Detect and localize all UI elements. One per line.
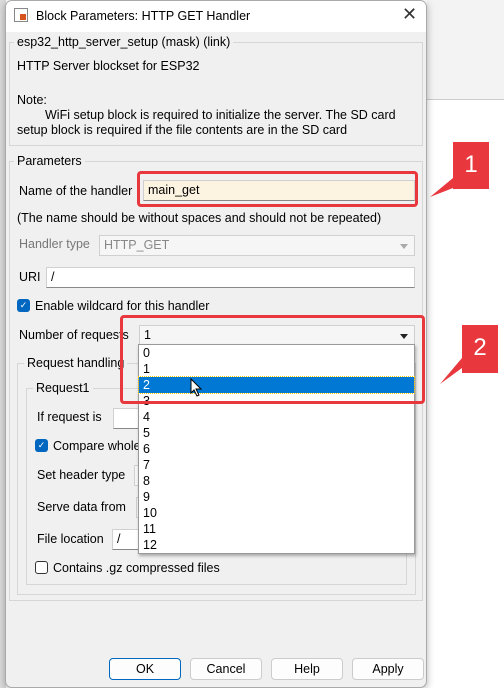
note-label: Note:: [17, 93, 47, 107]
parameters-legend: Parameters: [14, 154, 85, 168]
wildcard-label: Enable wildcard for this handler: [35, 299, 210, 313]
handler-name-hint: (The name should be without spaces and s…: [17, 211, 382, 225]
mask-description: HTTP Server blockset for ESP32: [17, 59, 200, 73]
help-button[interactable]: Help: [271, 658, 343, 680]
dropdown-option[interactable]: 9: [139, 489, 414, 505]
note-line-1: WiFi setup block is required to initiali…: [45, 108, 396, 122]
chevron-down-icon: [400, 244, 408, 249]
dropdown-option[interactable]: 10: [139, 505, 414, 521]
simulink-block-icon: [14, 8, 28, 22]
compare-whole-label: Compare whole: [53, 439, 141, 453]
cancel-button[interactable]: Cancel: [190, 658, 262, 680]
if-request-label: If request is: [37, 410, 102, 424]
apply-button[interactable]: Apply: [352, 658, 424, 680]
handler-type-select: HTTP_GET: [99, 235, 415, 256]
callout-1-pointer: [430, 178, 453, 197]
wildcard-checkbox[interactable]: ✓: [17, 299, 30, 312]
dropdown-option[interactable]: 11: [139, 521, 414, 537]
note-line-2: setup block is required if the file cont…: [17, 123, 348, 137]
uri-label: URI: [19, 270, 41, 284]
request1-legend: Request1: [33, 381, 93, 395]
uri-input[interactable]: /: [46, 267, 415, 288]
title-bar: Block Parameters: HTTP GET Handler ✕: [6, 1, 426, 32]
request-handling-legend: Request handling: [24, 356, 128, 370]
compare-whole-checkbox[interactable]: ✓: [35, 439, 48, 452]
callout-2-pointer: [440, 358, 462, 384]
close-icon[interactable]: ✕: [402, 4, 417, 25]
background-toolbar: [427, 0, 504, 100]
window-title: Block Parameters: HTTP GET Handler: [36, 9, 251, 23]
handler-type-value: HTTP_GET: [104, 238, 170, 252]
dropdown-option[interactable]: 6: [139, 441, 414, 457]
highlight-box-1: [137, 171, 418, 207]
dropdown-option[interactable]: 7: [139, 457, 414, 473]
gz-label: Contains .gz compressed files: [53, 561, 220, 575]
dropdown-option[interactable]: 12: [139, 537, 414, 553]
handler-type-label: Handler type: [19, 237, 90, 251]
header-type-label: Set header type: [37, 468, 126, 482]
callout-2: 2: [462, 325, 498, 373]
serve-from-label: Serve data from: [37, 500, 126, 514]
dropdown-option[interactable]: 5: [139, 425, 414, 441]
mask-legend: esp32_http_server_setup (mask) (link): [14, 35, 234, 49]
dropdown-option[interactable]: 8: [139, 473, 414, 489]
file-location-label: File location: [37, 532, 104, 546]
callout-1: 1: [453, 142, 489, 189]
num-requests-label: Number of requests: [19, 328, 129, 342]
ok-button[interactable]: OK: [109, 658, 181, 680]
dropdown-option[interactable]: 4: [139, 409, 414, 425]
gz-checkbox[interactable]: [35, 561, 48, 574]
handler-name-label: Name of the handler: [19, 184, 133, 198]
highlight-box-2: [120, 315, 425, 404]
mouse-cursor-icon: [190, 378, 203, 397]
